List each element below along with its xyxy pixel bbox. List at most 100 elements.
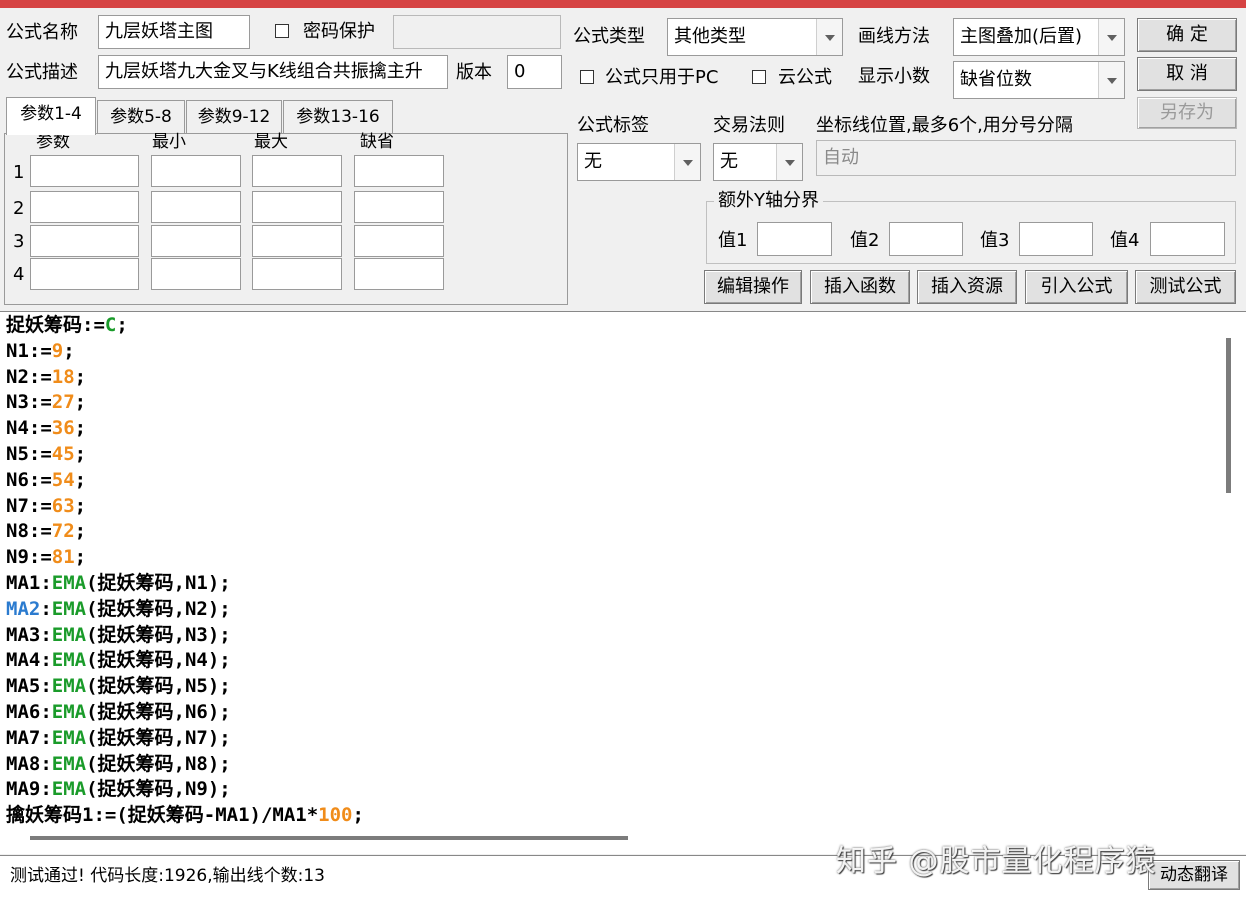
code-text: MA8: [6, 752, 52, 775]
param-min-input[interactable] [151, 191, 241, 223]
formula-tag-select[interactable]: 无 [577, 143, 701, 181]
cloud-checkbox[interactable] [752, 70, 766, 84]
vertical-scrollbar-thumb[interactable] [1226, 338, 1231, 493]
cancel-button[interactable]: 取 消 [1137, 57, 1237, 91]
chevron-down-icon[interactable] [1098, 19, 1124, 55]
param-max-input[interactable] [252, 225, 342, 257]
draw-method-select[interactable]: 主图叠加(后置) [953, 18, 1125, 56]
code-number: 63 [51, 494, 75, 517]
formula-type-label: 公式类型 [573, 26, 645, 47]
decimals-select[interactable]: 缺省位数 [953, 61, 1125, 99]
code-line: MA5:EMA(捉妖筹码,N5); [6, 673, 231, 699]
formula-type-select[interactable]: 其他类型 [667, 18, 843, 56]
code-text: N8:= [6, 520, 52, 543]
param-header-min: 最小 [152, 132, 186, 152]
test-formula-button[interactable]: 测试公式 [1135, 270, 1236, 304]
code-line: N7:=63; [6, 493, 86, 519]
tab-params-9-12[interactable]: 参数9-12 [186, 100, 282, 134]
y-value-3-input[interactable] [1019, 222, 1093, 256]
param-header-default: 缺省 [360, 132, 394, 152]
cloud-label: 云公式 [778, 67, 832, 88]
save-as-button[interactable]: 另存为 [1137, 97, 1237, 129]
code-text: N4:= [6, 417, 52, 440]
param-min-input[interactable] [151, 258, 241, 290]
code-text: MA7: [6, 726, 52, 749]
code-text: MA1: [6, 572, 52, 594]
chevron-down-icon[interactable] [1098, 62, 1124, 98]
pc-only-label: 公式只用于PC [605, 67, 719, 88]
code-text: N3:= [6, 391, 52, 414]
code-text: MA6: [6, 701, 52, 723]
status-text: 测试通过! 代码长度:1926,输出线个数:13 [10, 866, 325, 886]
param-default-input[interactable] [354, 191, 444, 223]
param-max-input[interactable] [252, 155, 342, 187]
code-keyword: EMA [51, 726, 87, 749]
horizontal-scrollbar-thumb[interactable] [30, 836, 628, 840]
decimals-value: 缺省位数 [960, 69, 1032, 90]
trade-rule-value: 无 [720, 151, 738, 172]
import-formula-button[interactable]: 引入公式 [1025, 270, 1128, 304]
dynamic-translate-button[interactable]: 动态翻译 [1148, 860, 1240, 890]
code-text: ; [116, 314, 128, 336]
code-text: (捉妖筹码,N9); [86, 778, 231, 801]
param-max-input[interactable] [252, 258, 342, 290]
param-header-max: 最大 [254, 132, 288, 152]
code-keyword: C [104, 314, 117, 336]
tab-params-13-16[interactable]: 参数13-16 [283, 100, 393, 134]
tab-params-1-4[interactable]: 参数1-4 [6, 97, 96, 135]
code-text: (捉妖筹码,N5); [86, 675, 231, 698]
formula-desc-input[interactable]: 九层妖塔九大金叉与K线组合共振擒主升 [98, 55, 448, 89]
code-text: MA9: [6, 778, 52, 801]
param-default-input[interactable] [354, 258, 444, 290]
edit-ops-button[interactable]: 编辑操作 [704, 270, 802, 304]
password-checkbox[interactable] [275, 24, 289, 38]
chevron-down-icon[interactable] [776, 144, 802, 180]
code-keyword: EMA [51, 752, 87, 775]
code-line: N8:=72; [6, 518, 86, 544]
param-name-input[interactable] [30, 155, 139, 187]
password-input[interactable] [393, 15, 561, 49]
param-min-input[interactable] [151, 225, 241, 257]
chevron-down-icon[interactable] [816, 19, 842, 55]
tab-params-5-8[interactable]: 参数5-8 [97, 100, 185, 134]
y-value-1-input[interactable] [757, 222, 832, 256]
code-text: (捉妖筹码,N4); [86, 649, 231, 672]
code-text: ; [74, 546, 87, 569]
vertical-scrollbar[interactable] [1222, 318, 1240, 848]
code-line: MA7:EMA(捉妖筹码,N7); [6, 725, 231, 751]
param-name-input[interactable] [30, 258, 139, 290]
decimals-label: 显示小数 [858, 66, 930, 87]
code-text: 擒妖筹码1:=(捉妖筹码-MA1)/MA1* [6, 804, 319, 827]
draw-method-value: 主图叠加(后置) [960, 26, 1083, 47]
insert-function-button[interactable]: 插入函数 [810, 270, 910, 304]
code-text: (捉妖筹码,N2); [86, 597, 231, 620]
param-name-input[interactable] [30, 191, 139, 223]
param-name-input[interactable] [30, 225, 139, 257]
code-line: MA2:EMA(捉妖筹码,N2); [6, 596, 231, 622]
code-text: N9:= [6, 546, 52, 569]
formula-name-input[interactable]: 九层妖塔主图 [98, 15, 250, 49]
param-row-number: 3 [13, 231, 25, 252]
param-default-input[interactable] [354, 225, 444, 257]
y-value-2-input[interactable] [889, 222, 963, 256]
pc-only-checkbox[interactable] [580, 70, 594, 84]
ok-button[interactable]: 确 定 [1137, 18, 1237, 52]
param-max-input[interactable] [252, 191, 342, 223]
code-keyword: EMA [51, 572, 87, 594]
code-line: MA4:EMA(捉妖筹码,N4); [6, 647, 231, 673]
code-number: 27 [51, 391, 75, 414]
code-text: N1:= [6, 339, 52, 362]
code-text: ; [352, 804, 364, 827]
code-keyword: EMA [51, 649, 87, 672]
param-min-input[interactable] [151, 155, 241, 187]
y-value-4-input[interactable] [1150, 222, 1225, 256]
coord-line-input[interactable]: 自动 [816, 140, 1236, 176]
code-text: ; [74, 520, 87, 543]
insert-resource-button[interactable]: 插入资源 [917, 270, 1017, 304]
version-input[interactable]: 0 [507, 55, 562, 89]
code-number: 72 [51, 520, 75, 543]
trade-rule-select[interactable]: 无 [713, 143, 803, 181]
param-default-input[interactable] [354, 155, 444, 187]
chevron-down-icon[interactable] [674, 144, 700, 180]
code-editor[interactable]: 捉妖筹码:=C; N1:=9; N2:=18; N3:=27; N4:=36; N5:=4… [0, 311, 1246, 854]
